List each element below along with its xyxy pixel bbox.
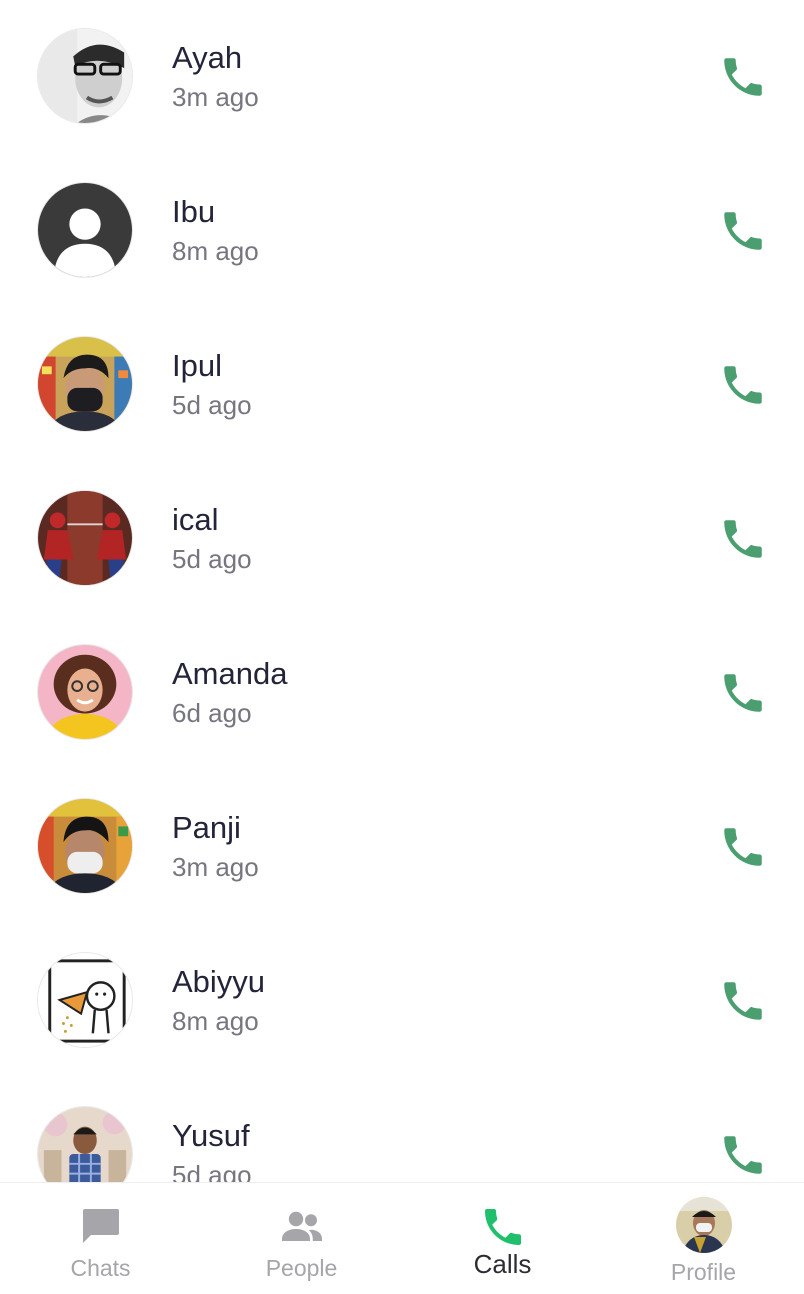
contact-name: Amanda	[172, 656, 288, 691]
call-button[interactable]	[718, 360, 768, 410]
call-time: 3m ago	[172, 852, 259, 882]
chat-bubble-icon	[77, 1203, 125, 1251]
nav-label: Calls	[473, 1249, 532, 1279]
phone-icon	[479, 1203, 527, 1251]
call-row[interactable]: Ibu 8m ago	[0, 154, 804, 308]
avatar-photo	[38, 645, 132, 739]
nav-label: Chats	[70, 1255, 131, 1281]
call-time: 5d ago	[172, 390, 252, 420]
avatar[interactable]	[37, 952, 133, 1048]
avatar[interactable]	[37, 490, 133, 586]
call-time: 8m ago	[172, 1006, 259, 1036]
nav-item-calls[interactable]: Calls	[402, 1183, 603, 1294]
nav-item-profile[interactable]: Profile	[603, 1183, 804, 1294]
nav-item-people[interactable]: People	[201, 1183, 402, 1294]
call-row[interactable]: Panji 3m ago	[0, 770, 804, 924]
call-button[interactable]	[718, 206, 768, 256]
call-button[interactable]	[718, 52, 768, 102]
avatar[interactable]	[37, 798, 133, 894]
call-button[interactable]	[718, 1130, 768, 1180]
call-button[interactable]	[718, 822, 768, 872]
profile-avatar	[675, 1197, 732, 1253]
avatar-photo	[38, 953, 132, 1047]
avatar-photo	[38, 29, 132, 123]
contact-name: Ibu	[172, 194, 216, 229]
calls-screen: Ayah 3m ago Ibu 8m ago Ipul 5d ago ical …	[0, 0, 804, 1294]
nav-item-chats[interactable]: Chats	[0, 1183, 201, 1294]
call-row[interactable]: Ipul 5d ago	[0, 308, 804, 462]
bottom-nav: Chats People Calls Profile	[0, 1182, 804, 1294]
avatar-photo	[38, 337, 132, 431]
call-row[interactable]: Abiyyu 8m ago	[0, 924, 804, 1078]
call-row[interactable]: Ayah 3m ago	[0, 0, 804, 154]
avatar[interactable]	[37, 1106, 133, 1182]
call-button[interactable]	[718, 514, 768, 564]
call-time: 6d ago	[172, 698, 252, 728]
call-row[interactable]: Yusuf 5d ago	[0, 1078, 804, 1182]
call-time: 8m ago	[172, 236, 259, 266]
call-row[interactable]: ical 5d ago	[0, 462, 804, 616]
contact-name: Yusuf	[172, 1118, 250, 1153]
people-icon	[278, 1203, 326, 1251]
contact-name: Panji	[172, 810, 241, 845]
default-avatar-icon	[38, 183, 132, 277]
avatar[interactable]	[37, 336, 133, 432]
nav-label: Profile	[670, 1259, 737, 1285]
call-list[interactable]: Ayah 3m ago Ibu 8m ago Ipul 5d ago ical …	[0, 0, 804, 1182]
phone-icon	[724, 1136, 762, 1174]
avatar[interactable]	[37, 182, 133, 278]
phone-icon	[724, 982, 762, 1020]
contact-name: Ayah	[172, 40, 243, 75]
phone-icon	[724, 366, 762, 404]
avatar-photo	[38, 799, 132, 893]
avatar-photo	[38, 1107, 132, 1182]
phone-icon	[724, 674, 762, 712]
contact-name: Abiyyu	[172, 964, 266, 999]
call-time: 5d ago	[172, 544, 252, 574]
avatar[interactable]	[37, 644, 133, 740]
call-button[interactable]	[718, 976, 768, 1026]
contact-name: ical	[172, 502, 219, 537]
avatar[interactable]	[37, 28, 133, 124]
nav-label: People	[265, 1255, 338, 1281]
phone-icon	[724, 828, 762, 866]
avatar-photo	[38, 491, 132, 585]
call-time: 3m ago	[172, 82, 259, 112]
call-time: 5d ago	[172, 1160, 252, 1182]
contact-name: Ipul	[172, 348, 222, 383]
phone-icon	[724, 58, 762, 96]
call-button[interactable]	[718, 668, 768, 718]
call-row[interactable]: Amanda 6d ago	[0, 616, 804, 770]
phone-icon	[724, 212, 762, 250]
phone-icon	[724, 520, 762, 558]
